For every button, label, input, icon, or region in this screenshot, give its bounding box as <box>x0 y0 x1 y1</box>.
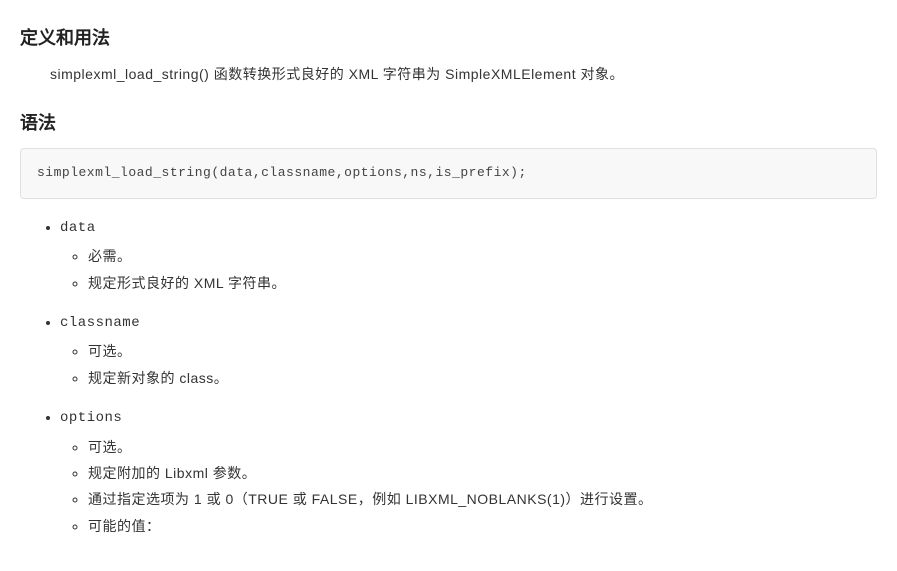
param-detail: 可能的值： <box>88 515 877 537</box>
param-item: classname 可选。 规定新对象的 class。 <box>60 312 877 389</box>
param-detail: 可选。 <box>88 340 877 362</box>
param-detail: 可选。 <box>88 436 877 458</box>
param-sublist: 必需。 规定形式良好的 XML 字符串。 <box>60 245 877 294</box>
param-item: data 必需。 规定形式良好的 XML 字符串。 <box>60 217 877 294</box>
heading-definition-usage: 定义和用法 <box>20 24 877 53</box>
param-item: options 可选。 规定附加的 Libxml 参数。 通过指定选项为 1 或… <box>60 407 877 537</box>
param-detail: 规定附加的 Libxml 参数。 <box>88 462 877 484</box>
param-sublist: 可选。 规定附加的 Libxml 参数。 通过指定选项为 1 或 0（TRUE … <box>60 436 877 538</box>
param-sublist: 可选。 规定新对象的 class。 <box>60 340 877 389</box>
param-name: data <box>60 220 96 236</box>
param-detail: 规定形式良好的 XML 字符串。 <box>88 272 877 294</box>
heading-syntax: 语法 <box>20 109 877 138</box>
param-name: classname <box>60 315 140 331</box>
param-name: options <box>60 410 122 426</box>
parameter-list: data 必需。 规定形式良好的 XML 字符串。 classname 可选。 … <box>20 217 877 537</box>
syntax-code-block: simplexml_load_string(data,classname,opt… <box>20 148 877 199</box>
description-text: simplexml_load_string() 函数转换形式良好的 XML 字符… <box>50 63 877 85</box>
param-detail: 规定新对象的 class。 <box>88 367 877 389</box>
param-detail: 必需。 <box>88 245 877 267</box>
param-detail: 通过指定选项为 1 或 0（TRUE 或 FALSE，例如 LIBXML_NOB… <box>88 488 877 510</box>
